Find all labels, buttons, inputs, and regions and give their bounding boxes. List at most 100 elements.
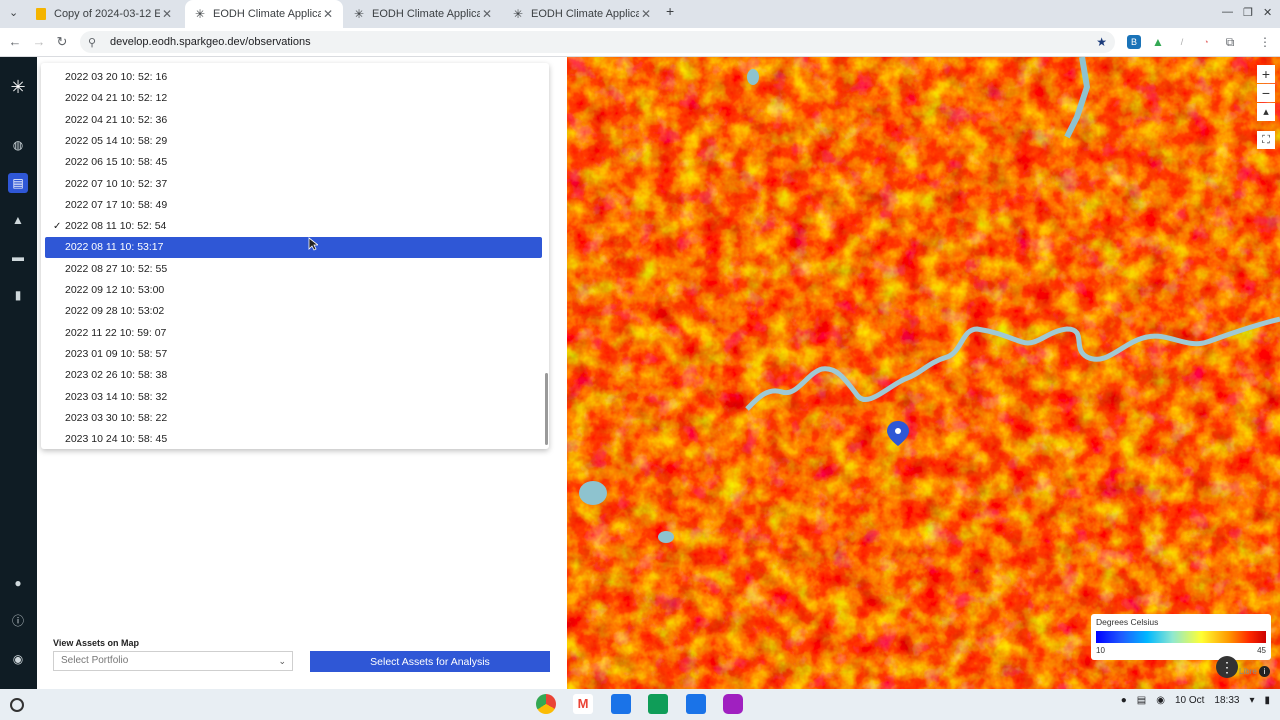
address-bar[interactable]: ⚲ develop.eodh.sparkgeo.dev/observations… bbox=[80, 31, 1115, 53]
folder-icon[interactable]: ▬ bbox=[8, 247, 28, 267]
tab-title: EODH Climate Application bbox=[213, 8, 321, 20]
dropdown-option[interactable]: 2022 04 21 10: 52: 12 bbox=[45, 88, 542, 109]
chrome-icon[interactable] bbox=[536, 694, 556, 714]
option-label: 2022 11 22 10: 59: 07 bbox=[65, 326, 167, 339]
dropdown-option[interactable]: 2022 08 11 10: 53:17 bbox=[45, 237, 542, 259]
menu-icon[interactable]: ⋮ bbox=[1258, 35, 1272, 49]
calendar-icon[interactable] bbox=[611, 694, 631, 714]
dropdown-option[interactable]: 2022 04 21 10: 52: 36 bbox=[45, 110, 542, 131]
dropdown-option[interactable]: 2022 07 17 10: 58: 49 bbox=[45, 195, 542, 216]
eodh-icon: ✳ bbox=[194, 7, 206, 21]
option-label: 2023 02 26 10: 58: 38 bbox=[65, 369, 168, 382]
portfolio-select[interactable]: Select Portfolio ⌄ bbox=[53, 651, 293, 671]
dropdown-option[interactable]: 2022 11 22 10: 59: 07 bbox=[45, 323, 542, 344]
tab-title: Copy of 2024-03-12 EODH App bbox=[54, 8, 160, 20]
observations-panel: 2022 03 20 10: 52: 16 2022 04 21 10: 52: … bbox=[37, 57, 567, 689]
dropdown-option[interactable]: 2022 03 20 10: 52: 16 bbox=[45, 67, 542, 88]
dropdown-option[interactable]: 2022 06 15 10: 58: 45 bbox=[45, 152, 542, 173]
time-label: 18:33 bbox=[1214, 695, 1240, 706]
maximize-icon[interactable]: ❐ bbox=[1243, 6, 1253, 19]
dropdown-option[interactable]: 2022 07 10 10: 52: 37 bbox=[45, 174, 542, 195]
launcher-icon[interactable] bbox=[10, 698, 24, 712]
zoom-out-button[interactable]: − bbox=[1257, 84, 1275, 102]
scrollbar[interactable] bbox=[545, 373, 548, 445]
files-icon[interactable] bbox=[686, 694, 706, 714]
fullscreen-icon[interactable]: ⛶ bbox=[1257, 131, 1275, 149]
dropdown-option[interactable]: 2022 09 28 10: 53:02 bbox=[45, 301, 542, 322]
sparkle-logo-icon[interactable]: ✳ bbox=[8, 77, 28, 97]
temperature-raster bbox=[567, 57, 1280, 689]
site-info-icon[interactable]: ⚲ bbox=[88, 36, 104, 49]
minimize-icon[interactable]: — bbox=[1222, 6, 1233, 18]
eodh-icon: ✳ bbox=[353, 7, 365, 21]
dropdown-option[interactable]: ✓ 2022 08 11 10: 52: 54 bbox=[45, 216, 542, 237]
system-tray[interactable]: ● ▤ ◉ 10 Oct 18:33 ▾ ▮ bbox=[1121, 695, 1270, 706]
dropdown-option[interactable]: 2022 08 27 10: 52: 55 bbox=[45, 259, 542, 280]
date-dropdown-list[interactable]: 2022 03 20 10: 52: 16 2022 04 21 10: 52: … bbox=[41, 63, 549, 449]
tab-title: EODH Climate Application bbox=[531, 8, 639, 20]
dropdown-option[interactable]: 2023 01 09 10: 58: 57 bbox=[45, 344, 542, 365]
compass-icon[interactable]: ▴ bbox=[1257, 103, 1275, 121]
app-icon[interactable] bbox=[723, 694, 743, 714]
dropdown-option[interactable]: 2023 03 30 10: 58: 22 bbox=[45, 408, 542, 429]
map-legend: Degrees Celsius 10 45 bbox=[1091, 614, 1271, 660]
extension-pen-icon[interactable]: / bbox=[1175, 35, 1189, 49]
map-attribution[interactable]: Libre bbox=[1239, 667, 1257, 676]
dropdown-option[interactable]: 2023 02 26 10: 58: 38 bbox=[45, 365, 542, 386]
puzzle-icon[interactable]: ⧉ bbox=[1223, 35, 1237, 49]
date-label: 10 Oct bbox=[1174, 695, 1205, 706]
bell-icon[interactable]: ● bbox=[8, 573, 28, 593]
extension-cast-icon[interactable]: ◔ bbox=[1199, 35, 1213, 49]
bookmark-star-icon[interactable]: ★ bbox=[1096, 35, 1107, 49]
option-label: 2022 03 20 10: 52: 16 bbox=[65, 71, 168, 83]
dropdown-option[interactable]: 2022 05 14 10: 58: 29 bbox=[45, 131, 542, 152]
close-icon[interactable]: ✕ bbox=[321, 7, 335, 21]
forward-icon[interactable]: → bbox=[30, 33, 48, 51]
user-icon[interactable]: ◉ bbox=[8, 649, 28, 669]
back-icon[interactable]: ← bbox=[6, 33, 24, 51]
dropdown-option[interactable]: 2023 10 24 10: 58: 45 bbox=[45, 429, 542, 449]
zoom-in-button[interactable]: + bbox=[1257, 65, 1275, 83]
attribution-info-icon[interactable]: i bbox=[1259, 666, 1270, 677]
os-shelf: M ● ▤ ◉ 10 Oct 18:33 ▾ ▮ bbox=[0, 689, 1280, 720]
browser-tab-3[interactable]: ✳ EODH Climate Application ✕ bbox=[344, 0, 502, 28]
dropdown-option[interactable]: 2023 03 14 10: 58: 32 bbox=[45, 387, 542, 408]
tab-search-icon[interactable]: ⌄ bbox=[9, 6, 18, 19]
browser-tab-1[interactable]: Copy of 2024-03-12 EODH App ✕ bbox=[26, 0, 182, 28]
new-tab-icon[interactable]: + bbox=[666, 3, 674, 19]
more-options-icon[interactable]: ⋮ bbox=[1216, 656, 1238, 678]
drive-icon[interactable]: ▲ bbox=[1151, 35, 1165, 49]
map-canvas[interactable] bbox=[567, 57, 1280, 689]
url-text: develop.eodh.sparkgeo.dev/observations bbox=[110, 36, 311, 48]
select-assets-button[interactable]: Select Assets for Analysis bbox=[310, 651, 550, 672]
observations-icon[interactable]: ▤ bbox=[8, 173, 28, 193]
globe-icon[interactable]: ◍ bbox=[8, 135, 28, 155]
portfolio-placeholder: Select Portfolio bbox=[61, 655, 129, 666]
option-label: 2022 05 14 10: 58: 29 bbox=[65, 134, 168, 147]
meet-icon[interactable] bbox=[648, 694, 668, 714]
close-icon[interactable]: ✕ bbox=[480, 7, 494, 21]
shapes-icon[interactable]: ▲ bbox=[8, 210, 28, 230]
window-close-icon[interactable]: ✕ bbox=[1263, 6, 1272, 19]
info-icon[interactable]: ⓘ bbox=[8, 611, 28, 631]
chart-icon[interactable]: ▮ bbox=[8, 285, 28, 305]
close-icon[interactable]: ✕ bbox=[639, 7, 653, 21]
lake bbox=[658, 531, 674, 543]
browser-toolbar: ← → ↻ ⚲ develop.eodh.sparkgeo.dev/observ… bbox=[0, 28, 1280, 57]
eodh-icon: ✳ bbox=[512, 7, 524, 21]
chevron-down-icon: ⌄ bbox=[278, 656, 286, 666]
gmail-icon[interactable]: M bbox=[573, 694, 593, 714]
reload-icon[interactable]: ↻ bbox=[53, 33, 71, 51]
heat-map[interactable]: + − ▴ ⛶ Degrees Celsius 10 45 ⋮ Libre i bbox=[567, 57, 1280, 689]
extension-b-icon[interactable]: B bbox=[1127, 35, 1141, 49]
option-label: 2022 08 11 10: 52: 54 bbox=[65, 220, 167, 233]
close-icon[interactable]: ✕ bbox=[160, 7, 174, 21]
record-icon[interactable]: ◉ bbox=[1156, 695, 1165, 706]
profile-icon[interactable]: ● bbox=[1121, 695, 1127, 706]
browser-tab-4[interactable]: ✳ EODH Climate Application ✕ bbox=[503, 0, 661, 28]
dropdown-option[interactable]: 2022 09 12 10: 53:00 bbox=[45, 280, 542, 301]
browser-tab-2[interactable]: ✳ EODH Climate Application ✕ bbox=[185, 0, 343, 28]
tab-title: EODH Climate Application bbox=[372, 8, 480, 20]
option-label: 2023 10 24 10: 58: 45 bbox=[65, 433, 168, 446]
clipboard-icon[interactable]: ▤ bbox=[1137, 695, 1146, 706]
